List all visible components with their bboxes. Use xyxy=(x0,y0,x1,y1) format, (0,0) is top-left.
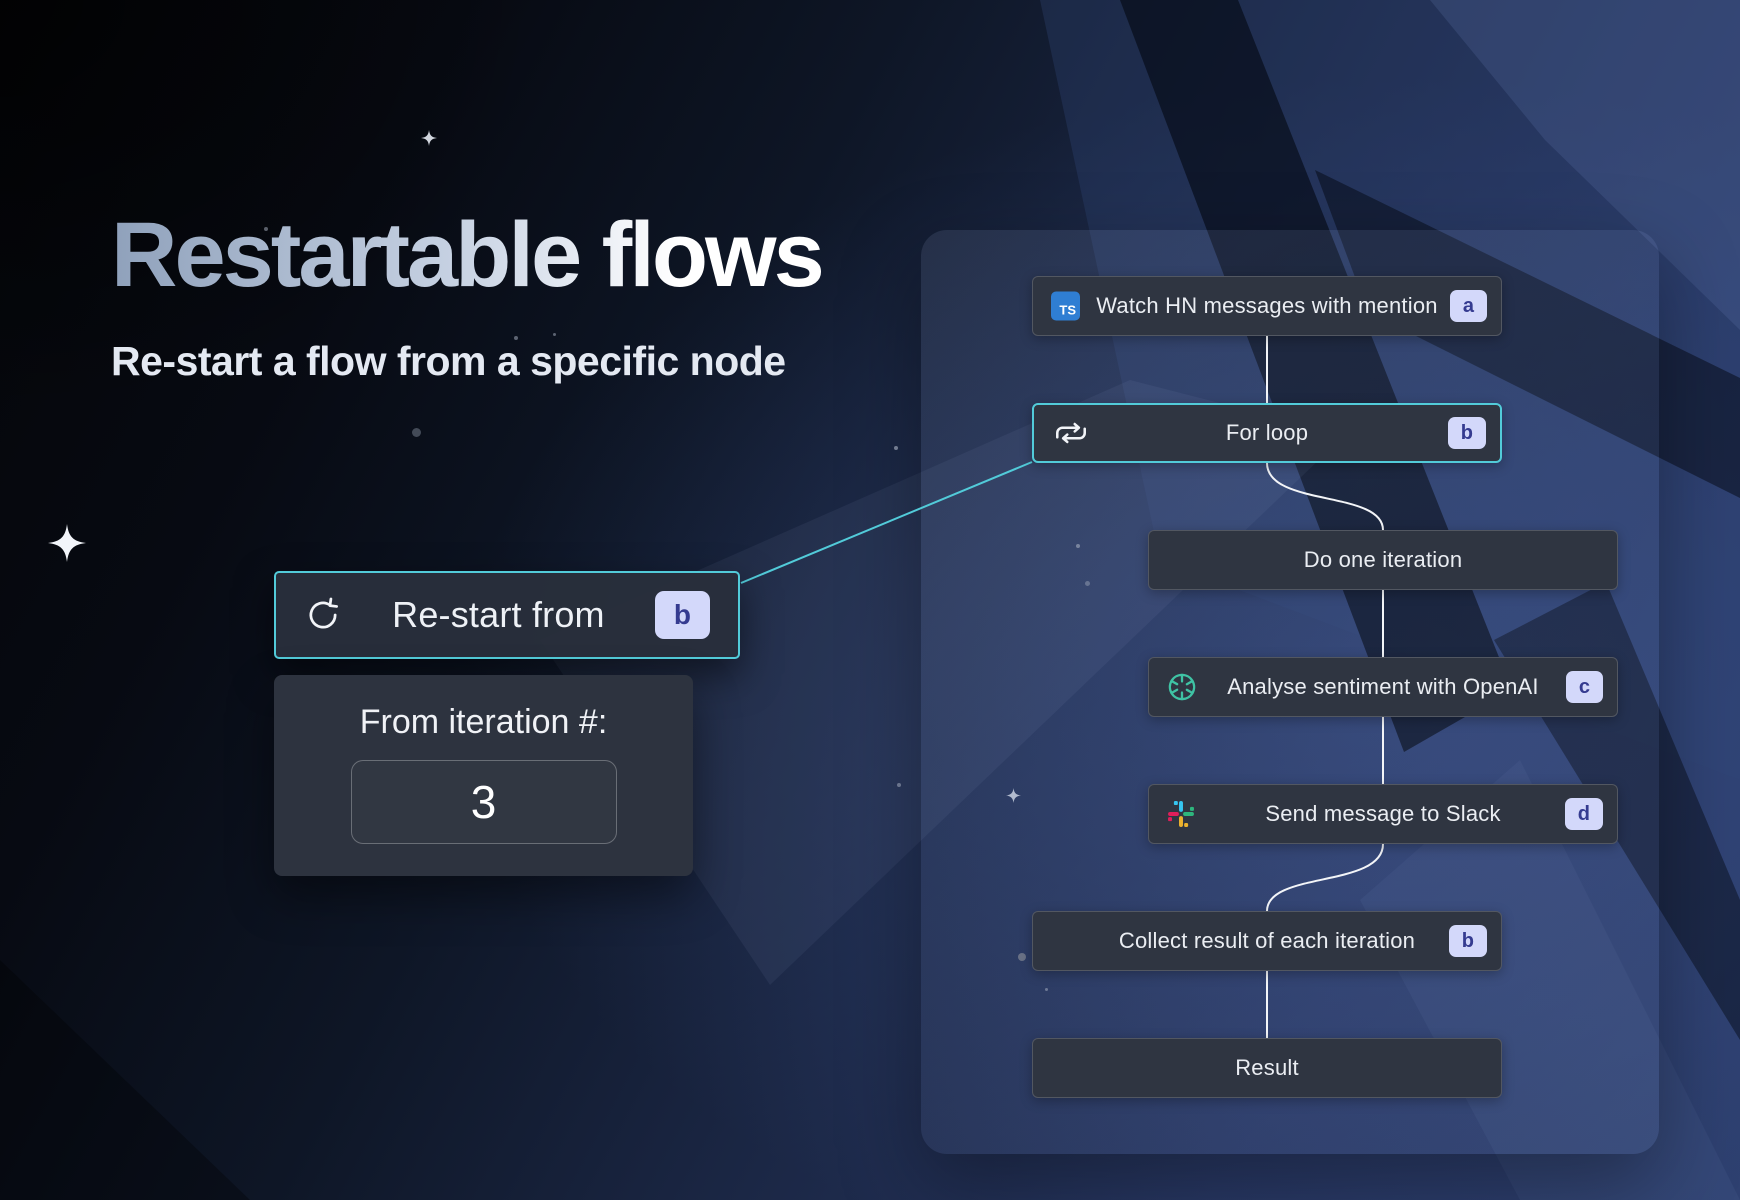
star-dot xyxy=(1018,953,1026,961)
star-dot xyxy=(1085,581,1090,586)
sparkle-icon xyxy=(48,524,86,562)
flow-node-for-loop[interactable]: For loop b xyxy=(1032,403,1502,463)
node-badge: c xyxy=(1566,671,1603,703)
node-badge: d xyxy=(1565,798,1603,830)
restart-badge: b xyxy=(655,591,710,639)
typescript-icon: TS xyxy=(1051,292,1080,321)
flow-node-analyse-sentiment[interactable]: Analyse sentiment with OpenAI c xyxy=(1148,657,1618,717)
node-label: Send message to Slack xyxy=(1265,801,1500,827)
iteration-number-input[interactable] xyxy=(351,760,617,844)
flow-node-collect-result[interactable]: Collect result of each iteration b xyxy=(1032,911,1502,971)
iteration-card: From iteration #: xyxy=(274,675,693,876)
flow-node-do-one-iteration[interactable]: Do one iteration xyxy=(1148,530,1618,590)
node-label: Do one iteration xyxy=(1304,547,1463,573)
star-dot xyxy=(1045,988,1048,991)
hero-section: Restartable flows Re-start a flow from a… xyxy=(111,208,822,385)
sparkle-icon xyxy=(421,130,437,146)
typescript-icon-text: TS xyxy=(1051,292,1080,321)
restart-from-label: Re-start from xyxy=(342,594,655,636)
node-badge: b xyxy=(1448,417,1486,449)
node-label: Analyse sentiment with OpenAI xyxy=(1227,674,1539,700)
node-label: For loop xyxy=(1226,420,1308,446)
page-title: Restartable flows xyxy=(111,208,822,304)
node-label: Collect result of each iteration xyxy=(1119,928,1415,954)
node-label: Result xyxy=(1235,1055,1299,1081)
star-dot xyxy=(412,428,421,437)
loop-icon xyxy=(1052,418,1090,448)
promo-canvas: Restartable flows Re-start a flow from a… xyxy=(0,0,1740,1200)
flow-node-watch-hn[interactable]: TS Watch HN messages with mention a xyxy=(1032,276,1502,336)
page-subtitle: Re-start a flow from a specific node xyxy=(111,338,822,385)
star-dot xyxy=(1076,544,1080,548)
restart-from-button[interactable]: Re-start from b xyxy=(274,571,740,659)
flow-node-send-slack[interactable]: Send message to Slack d xyxy=(1148,784,1618,844)
star-dot xyxy=(897,783,901,787)
node-badge: a xyxy=(1450,290,1487,322)
node-badge: b xyxy=(1449,925,1487,957)
slack-icon xyxy=(1167,800,1195,828)
node-label: Watch HN messages with mention xyxy=(1096,293,1437,319)
openai-icon xyxy=(1167,672,1197,702)
flow-node-result[interactable]: Result xyxy=(1032,1038,1502,1098)
star-dot xyxy=(894,446,898,450)
sparkle-icon xyxy=(1006,788,1021,803)
refresh-icon xyxy=(304,596,342,634)
iteration-label: From iteration #: xyxy=(360,703,608,742)
